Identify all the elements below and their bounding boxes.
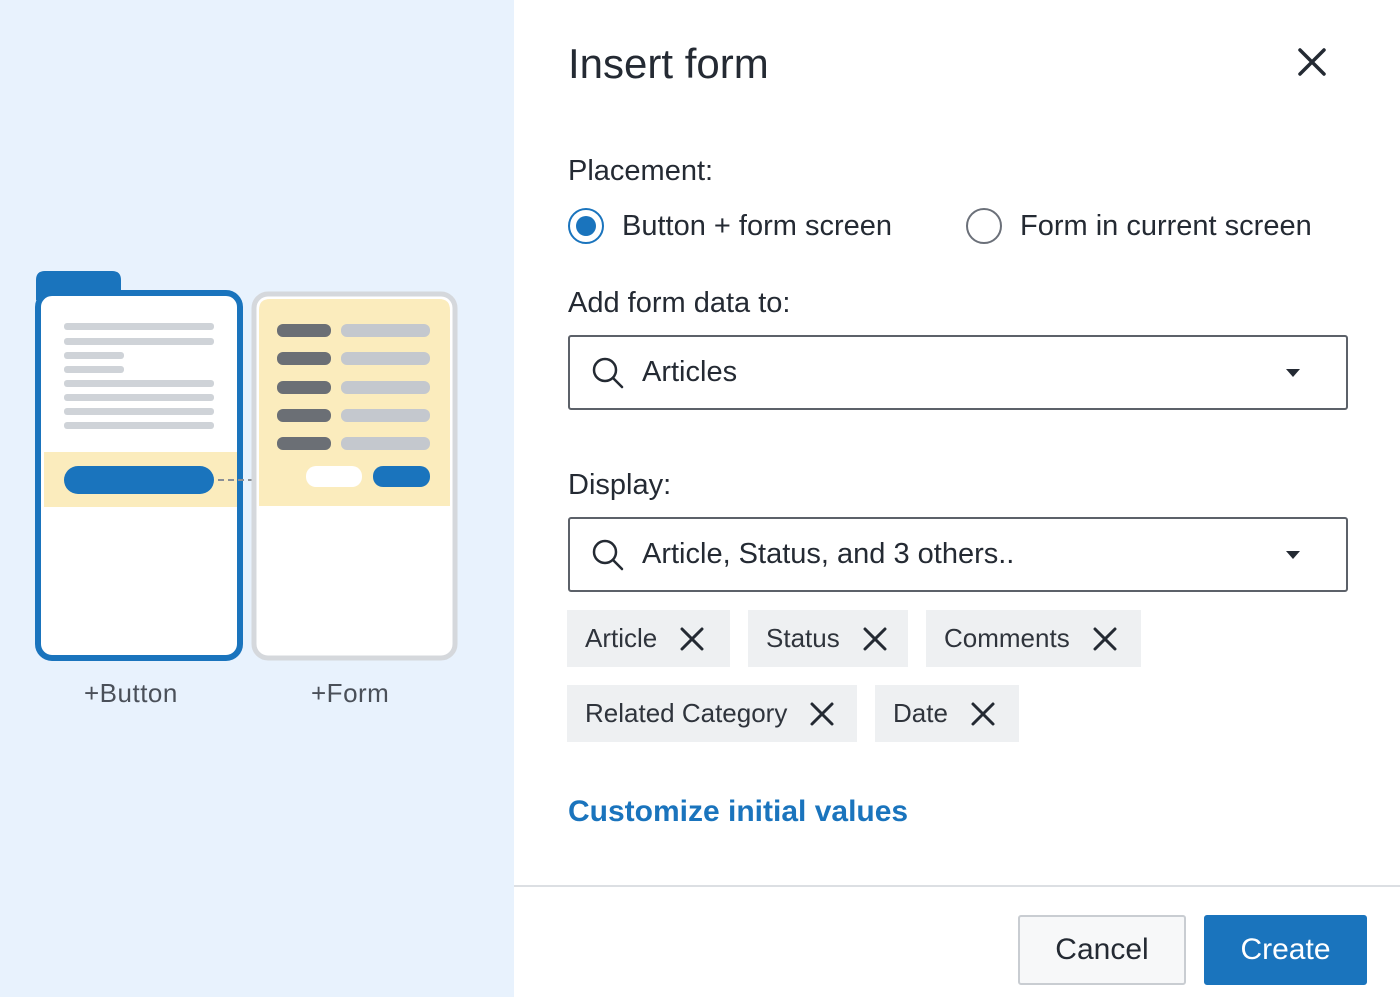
radio-label: Button + form screen <box>622 209 892 242</box>
search-icon <box>592 539 624 570</box>
phone-form-screen <box>251 291 458 661</box>
remove-chip-icon[interactable] <box>970 701 996 727</box>
data-source-select[interactable]: Articles <box>568 335 1348 410</box>
button-caption: +Button <box>84 678 178 708</box>
radio-button-form-screen[interactable]: Button + form screen <box>568 208 892 244</box>
placement-label: Placement: <box>568 155 714 187</box>
chip-related-category: Related Category <box>567 685 857 742</box>
form-caption: +Form <box>311 678 390 708</box>
display-fields-select[interactable]: Article, Status, and 3 others.. <box>568 517 1348 592</box>
illustration-panel: +Button +Form <box>0 0 514 997</box>
chip-comments: Comments <box>926 610 1141 667</box>
create-button[interactable]: Create <box>1204 915 1367 985</box>
insert-form-dialog: Insert form Placement: Button + form scr… <box>514 0 1400 997</box>
remove-chip-icon[interactable] <box>809 701 835 727</box>
chip-date: Date <box>875 685 1019 742</box>
display-fields-value: Article, Status, and 3 others.. <box>642 538 1015 570</box>
remove-chip-icon[interactable] <box>679 626 705 652</box>
data-source-label: Add form data to: <box>568 287 791 319</box>
dialog-title: Insert form <box>568 40 769 87</box>
radio-label: Form in current screen <box>1020 209 1312 242</box>
search-icon <box>592 357 624 388</box>
radio-unchecked-icon <box>966 208 1002 244</box>
chevron-down-icon <box>1286 551 1300 559</box>
button-form-illustration <box>35 271 458 661</box>
display-label: Display: <box>568 469 672 501</box>
radio-form-current-screen[interactable]: Form in current screen <box>966 208 1312 244</box>
close-icon[interactable] <box>1294 44 1330 80</box>
chip-status: Status <box>748 610 908 667</box>
customize-initial-values-link[interactable]: Customize initial values <box>568 795 908 829</box>
chevron-down-icon <box>1286 369 1300 377</box>
cancel-button[interactable]: Cancel <box>1018 915 1186 985</box>
data-source-value: Articles <box>642 356 738 388</box>
phone-button-screen <box>35 271 243 661</box>
placement-radio-group: Button + form screen Form in current scr… <box>568 206 1312 246</box>
radio-checked-icon <box>568 208 604 244</box>
remove-chip-icon[interactable] <box>862 626 888 652</box>
chip-article: Article <box>567 610 730 667</box>
footer-divider <box>514 885 1400 887</box>
remove-chip-icon[interactable] <box>1092 626 1118 652</box>
